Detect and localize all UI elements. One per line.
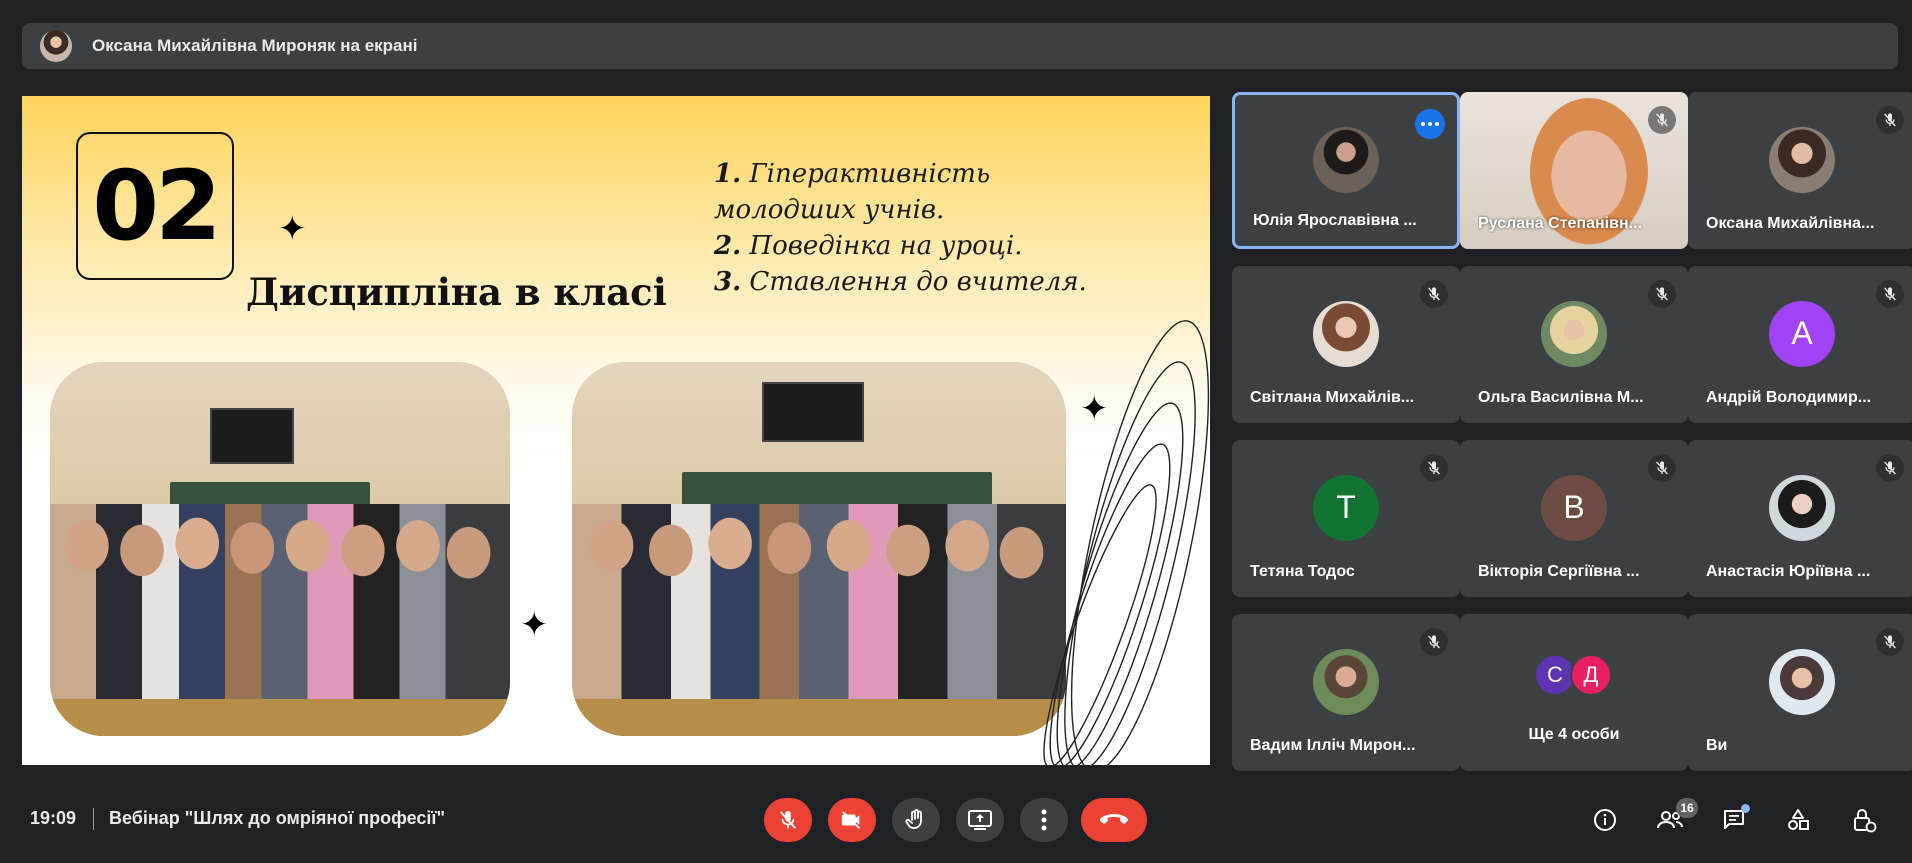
participant-initial-avatar: Д xyxy=(1570,654,1612,696)
toggle-camera-button[interactable] xyxy=(828,798,876,842)
mic-off-icon xyxy=(1420,280,1448,308)
slide-point: 2. Поведінка на уроці. xyxy=(714,231,1023,261)
participant-avatar xyxy=(1313,300,1379,367)
sparkle-icon: ✦ xyxy=(520,606,549,644)
participant-name: Вадим Ілліч Мирон... xyxy=(1250,737,1416,754)
class-photo-right xyxy=(572,362,1066,736)
sparkle-icon: ✦ xyxy=(278,210,307,248)
participant-name: Андрій Володимир... xyxy=(1706,389,1872,406)
mic-off-icon xyxy=(1420,628,1448,656)
participant-name: Руслана Степанівн... xyxy=(1478,215,1642,232)
more-vert-icon xyxy=(1041,809,1047,831)
slide-number-box: 02 xyxy=(76,132,234,280)
participant-initial-avatar: B xyxy=(1541,474,1607,541)
participant-avatar xyxy=(1313,648,1379,715)
mic-off-icon xyxy=(1876,628,1904,656)
slide-points: 1. Гіперактивність молодших учнів. 2. По… xyxy=(714,156,1134,300)
present-screen-button[interactable] xyxy=(956,798,1004,842)
participant-initial-avatar: A xyxy=(1769,300,1835,367)
participant-avatar xyxy=(1769,648,1835,715)
mic-off-icon xyxy=(1876,106,1904,134)
mic-off-icon xyxy=(1648,280,1676,308)
more-participants-tile[interactable]: С Д Ще 4 особи xyxy=(1460,614,1688,771)
more-participants-label: Ще 4 особи xyxy=(1528,726,1620,743)
host-controls-icon xyxy=(1854,809,1877,833)
participant-tile[interactable]: T Тетяна Тодос xyxy=(1232,440,1460,597)
decorative-loops xyxy=(1043,320,1210,765)
participant-name: Світлана Михайлів... xyxy=(1250,389,1415,406)
hand-icon xyxy=(905,809,922,829)
participant-tile[interactable]: Юлія Ярославівна ... xyxy=(1232,92,1460,249)
participant-tile[interactable]: Вадим Ілліч Мирон... xyxy=(1232,614,1460,771)
chat-button[interactable] xyxy=(1714,800,1754,840)
participant-name: Тетяна Тодос xyxy=(1250,563,1355,580)
present-icon xyxy=(968,810,992,830)
host-controls-button[interactable] xyxy=(1844,800,1884,840)
leave-call-button[interactable] xyxy=(1081,798,1147,842)
participant-count-badge: 16 xyxy=(1676,798,1698,818)
meeting-controls-bar: 19:09 Вебінар "Шлях до омріяної професії… xyxy=(0,790,1912,850)
participant-name: Оксана Михайлівна... xyxy=(1706,215,1875,232)
slide-number: 02 xyxy=(92,150,222,262)
participant-initials-group: С Д xyxy=(1534,654,1612,696)
meeting-details-button[interactable] xyxy=(1585,800,1625,840)
participant-tile[interactable]: Руслана Степанівн... xyxy=(1460,92,1688,249)
meeting-title: Вебінар "Шлях до омріяної професії" xyxy=(109,808,446,828)
participant-avatar xyxy=(1769,126,1835,193)
camera-off-icon xyxy=(841,811,860,829)
mic-off-icon xyxy=(1420,454,1448,482)
more-options-button[interactable] xyxy=(1415,109,1445,139)
participant-avatar xyxy=(1769,474,1835,541)
participant-initial-avatar: T xyxy=(1313,474,1379,541)
participant-tile[interactable]: A Андрій Володимир... xyxy=(1688,266,1912,423)
toggle-mic-button[interactable] xyxy=(764,798,812,842)
activities-icon xyxy=(1788,809,1809,830)
mic-off-icon xyxy=(1648,454,1676,482)
participant-tile[interactable]: B Вікторія Сергіївна ... xyxy=(1460,440,1688,597)
participant-tile[interactable]: Оксана Михайлівна... xyxy=(1688,92,1912,249)
info-icon xyxy=(1594,809,1616,831)
participant-tile-self[interactable]: Ви xyxy=(1688,614,1912,771)
participant-name: Юлія Ярославівна ... xyxy=(1253,212,1417,229)
presenter-text: Оксана Михайлівна Мироняк на екрані xyxy=(92,36,418,55)
presentation-slide: 02 ✦ Дисципліна в класі 1. Гіперактивніс… xyxy=(22,96,1210,765)
raise-hand-button[interactable] xyxy=(892,798,940,842)
slide-title: Дисципліна в класі xyxy=(246,270,667,314)
participant-name: Анастасія Юріївна ... xyxy=(1706,563,1871,580)
participant-tile[interactable]: Світлана Михайлів... xyxy=(1232,266,1460,423)
presenter-banner: Оксана Михайлівна Мироняк на екрані xyxy=(22,23,1898,69)
mic-off-icon xyxy=(1876,280,1904,308)
mic-off-icon xyxy=(1648,106,1676,134)
slide-point: 1. Гіперактивність молодших учнів. xyxy=(714,159,991,225)
mic-off-icon xyxy=(1876,454,1904,482)
unread-indicator xyxy=(1741,804,1750,813)
slide-point: 3. Ставлення до вчителя. xyxy=(714,267,1087,297)
class-photo-left xyxy=(50,362,510,736)
meeting-time: 19:09 xyxy=(30,808,77,828)
people-button[interactable]: 16 xyxy=(1650,798,1698,840)
participant-avatar xyxy=(1313,126,1379,193)
participant-name: Ольга Василівна М... xyxy=(1478,389,1644,406)
mic-off-icon xyxy=(779,810,797,829)
participant-tile[interactable]: Ольга Василівна М... xyxy=(1460,266,1688,423)
hang-up-icon xyxy=(1099,814,1129,824)
participant-name: Ви xyxy=(1706,737,1728,754)
presenter-avatar xyxy=(40,30,72,62)
participant-avatar xyxy=(1541,300,1607,367)
participant-name: Вікторія Сергіївна ... xyxy=(1478,563,1640,580)
activities-button[interactable] xyxy=(1778,800,1818,840)
more-options-button[interactable] xyxy=(1020,798,1068,842)
divider xyxy=(93,808,94,830)
participant-tile[interactable]: Анастасія Юріївна ... xyxy=(1688,440,1912,597)
